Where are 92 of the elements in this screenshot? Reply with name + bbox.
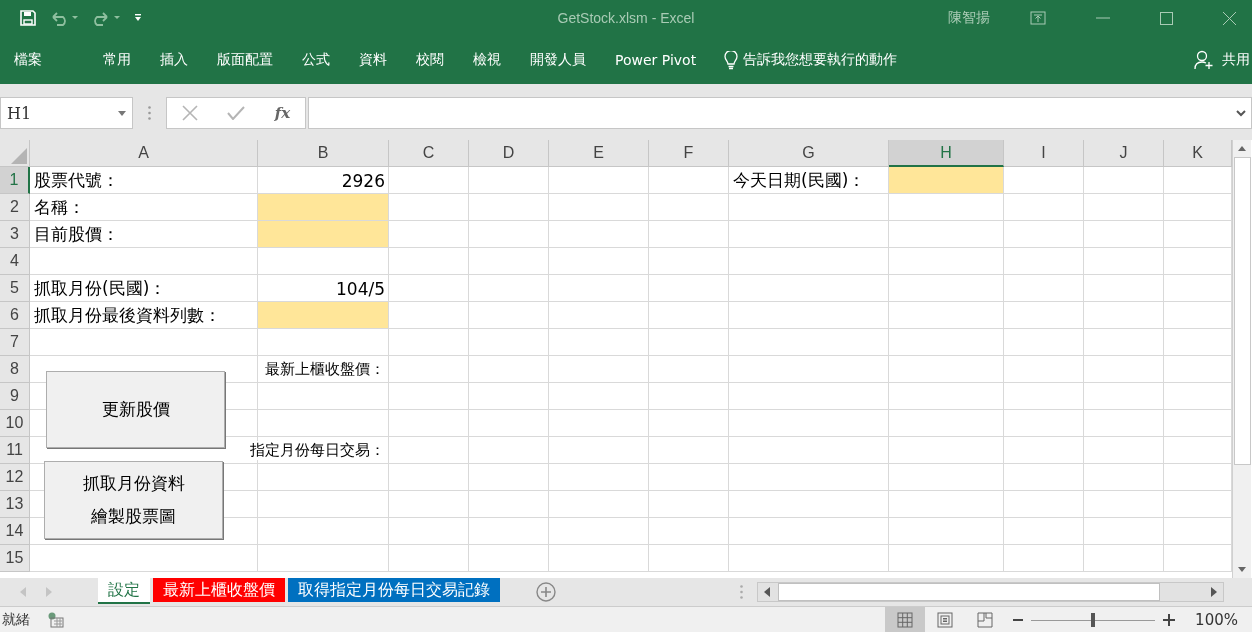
select-all-corner[interactable]	[0, 140, 30, 167]
check-icon[interactable]	[227, 106, 246, 120]
macro-button[interactable]: 抓取月份資料 繪製股票圖	[44, 461, 223, 539]
view-button[interactable]	[885, 607, 926, 632]
column-header[interactable]: C	[389, 140, 469, 167]
dropdown-icon[interactable]	[118, 110, 126, 116]
user-name: 陳智揚	[948, 9, 990, 27]
undo-icon[interactable]	[49, 10, 79, 26]
save-icon[interactable]	[19, 9, 37, 27]
row-header[interactable]: 11	[0, 437, 30, 464]
row-header[interactable]: 9	[0, 383, 30, 410]
horizontal-scrollbar[interactable]	[757, 582, 1224, 602]
sheet-tab[interactable]: 最新上櫃收盤價	[153, 578, 285, 602]
column-header[interactable]: K	[1164, 140, 1232, 167]
row-header[interactable]: 13	[0, 491, 30, 518]
scroll-up-icon[interactable]	[1238, 146, 1246, 151]
close-icon[interactable]	[1223, 11, 1236, 25]
column-header[interactable]: G	[729, 140, 889, 167]
more-options-icon	[148, 106, 151, 120]
ribbon-tab[interactable]: 公式	[289, 45, 343, 75]
page-icon	[937, 611, 954, 628]
ribbon-display-icon[interactable]	[1030, 11, 1046, 25]
customize-toolbar-icon[interactable]	[133, 13, 143, 23]
ribbon-tab[interactable]: 常用	[90, 45, 144, 75]
insert-function-button[interactable]: fx	[274, 104, 291, 122]
column-header[interactable]: E	[549, 140, 649, 167]
cell-text: 抓取月份最後資料列數：	[34, 304, 221, 327]
zoom-in-icon[interactable]	[1163, 613, 1176, 626]
scroll-right-icon[interactable]	[1211, 587, 1217, 597]
redo-icon[interactable]	[91, 10, 121, 26]
ribbon-tab[interactable]: 資料	[346, 45, 400, 75]
status-text: 就緒	[2, 610, 30, 629]
column-header[interactable]: D	[469, 140, 549, 167]
scrollbar-thumb[interactable]	[1233, 157, 1251, 465]
column-header[interactable]: I	[1004, 140, 1084, 167]
column-header[interactable]: B	[258, 140, 389, 167]
ribbon-tab[interactable]: 校閱	[403, 45, 457, 75]
sheet-tab[interactable]: 設定	[98, 578, 150, 604]
ribbon-tab[interactable]: 檔案	[0, 45, 56, 75]
cell-text: 名稱：	[34, 196, 85, 219]
triangle-icon[interactable]	[11, 148, 27, 164]
tell-me-search[interactable]: 告訴我您想要執行的動作	[743, 51, 898, 69]
cancel-icon[interactable]	[181, 105, 198, 121]
zoom-out-icon[interactable]	[1013, 618, 1024, 621]
row-header[interactable]: 5	[0, 275, 30, 302]
cell-text: 今天日期(民國)：	[733, 169, 866, 192]
name-box[interactable]: H1	[0, 97, 133, 129]
row-header[interactable]: 10	[0, 410, 30, 437]
row-header[interactable]: 1	[0, 167, 30, 194]
row-header[interactable]: 3	[0, 221, 30, 248]
column-header[interactable]: F	[649, 140, 729, 167]
ribbon-tab[interactable]: 插入	[147, 45, 201, 75]
grid-icon	[897, 611, 914, 628]
maximize-icon[interactable]	[1160, 11, 1173, 25]
zoom-slider-thumb[interactable]	[1091, 612, 1096, 627]
ribbon-tab[interactable]: 檢視	[460, 45, 514, 75]
add-sheet-icon[interactable]	[536, 582, 556, 602]
column-header[interactable]: H	[889, 140, 1004, 167]
cell-text: 2926	[341, 170, 385, 191]
formula-input[interactable]	[308, 97, 1252, 129]
row-header[interactable]: 12	[0, 464, 30, 491]
window-title: GetStock.xlsm - Excel	[557, 10, 695, 26]
macro-button[interactable]: 更新股價	[46, 371, 225, 448]
macro-recording-icon[interactable]	[48, 611, 64, 628]
row-header[interactable]: 14	[0, 518, 30, 545]
cell-text: 目前股價：	[34, 223, 119, 246]
lightbulb-icon	[724, 50, 739, 70]
row-header[interactable]: 4	[0, 248, 30, 275]
cell-text: 抓取月份(民國)：	[34, 277, 167, 300]
ribbon-tab[interactable]: 版面配置	[204, 45, 286, 75]
scrollbar-thumb[interactable]	[778, 583, 1160, 601]
row-header[interactable]: 6	[0, 302, 30, 329]
ribbon-tab[interactable]: Power Pivot	[602, 45, 710, 75]
vertical-scrollbar[interactable]	[1232, 140, 1251, 578]
row-header[interactable]: 15	[0, 545, 30, 572]
zoom-level[interactable]: 100%	[1195, 610, 1238, 629]
expand-icon[interactable]	[1236, 109, 1246, 117]
splitter-icon[interactable]	[740, 585, 743, 599]
scroll-left-icon[interactable]	[764, 587, 770, 597]
page-break-icon	[977, 611, 994, 628]
ribbon-tab[interactable]: 開發人員	[517, 45, 599, 75]
scroll-down-icon[interactable]	[1238, 567, 1246, 572]
row-header[interactable]: 7	[0, 329, 30, 356]
column-header[interactable]: J	[1084, 140, 1164, 167]
share-button[interactable]: 共用	[1222, 51, 1250, 69]
column-header[interactable]: A	[30, 140, 258, 167]
row-header[interactable]: 8	[0, 356, 30, 383]
row-header[interactable]: 2	[0, 194, 30, 221]
cell-text: 104/5	[336, 278, 385, 299]
add-person-icon	[1194, 50, 1214, 70]
sheet-tab[interactable]: 取得指定月份每日交易記錄	[288, 578, 500, 602]
cell-text: 股票代號：	[34, 169, 119, 192]
